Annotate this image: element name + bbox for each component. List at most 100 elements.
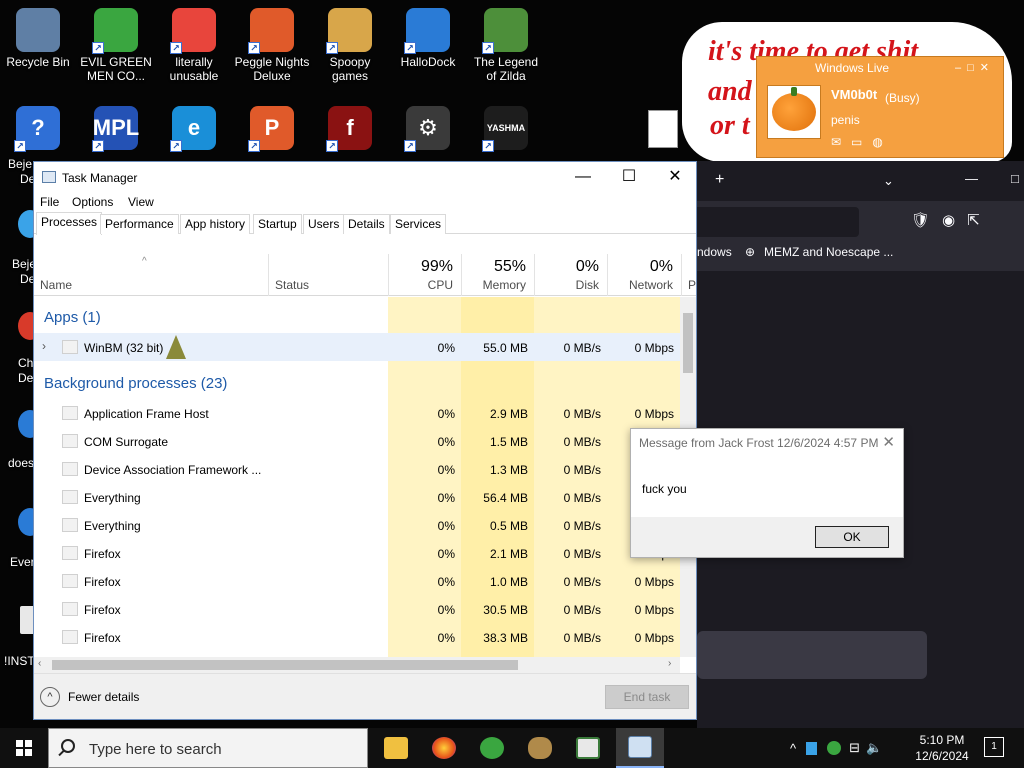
memory-total: 55% [493, 258, 526, 275]
document-icon[interactable] [648, 110, 678, 148]
clock[interactable]: 5:10 PM 12/6/2024 [906, 732, 978, 764]
app-icon-glyph: P [264, 115, 280, 140]
desktop-icon[interactable]: e ↗ [156, 100, 232, 153]
column-name[interactable]: Name [40, 278, 72, 292]
tab-services[interactable]: Services [390, 214, 447, 234]
messenger-toolbar-icons[interactable]: ✉▭◍ [831, 135, 893, 149]
maximize-button[interactable]: ☐ [606, 162, 652, 192]
column-status[interactable]: Status [268, 254, 388, 296]
contact-status[interactable]: (Busy) [885, 91, 920, 105]
disk-value: 0 MB/s [563, 463, 601, 477]
notification-center-button[interactable]: 1 [984, 737, 1004, 757]
desktop-icon[interactable]: ↗ Spoopy games [312, 2, 388, 83]
url-bar[interactable] [697, 207, 859, 237]
table-row[interactable]: Device Association Framework ... 0% 1.3 MB… [34, 455, 680, 483]
desktop-icon[interactable]: P ↗ [234, 100, 310, 153]
maximize-icon[interactable]: □ [1011, 171, 1019, 186]
desktop-icon[interactable]: ⚙ ↗ [390, 100, 466, 153]
bookmark-item[interactable]: MEMZ and Noescape ... [764, 245, 893, 259]
message-dialog[interactable]: Message from Jack Frost 12/6/2024 4:57 P… [630, 428, 904, 558]
minimize-icon[interactable]: — [965, 171, 978, 186]
sort-caret-icon[interactable]: ^ [142, 256, 147, 267]
messenger-tray-icon[interactable] [827, 741, 842, 755]
volume-icon[interactable]: 🔈 [866, 740, 882, 756]
chevron-right-icon[interactable]: › [42, 339, 46, 353]
messenger-window-controls[interactable]: –□✕ [955, 61, 995, 74]
search-box[interactable]: Type here to search [48, 728, 368, 768]
desktop-icon-label: HalloDock [400, 55, 456, 69]
chevron-up-icon: ^ [40, 687, 60, 707]
minimize-button[interactable]: — [560, 162, 606, 192]
messenger-titlebar[interactable]: Windows Live –□✕ [757, 57, 1003, 79]
desktop-icon[interactable]: ? ↗ [0, 100, 76, 153]
table-row[interactable]: Everything0%0.5 MB0 MB/s0 Mbps [34, 511, 680, 539]
taskbar-messenger[interactable] [468, 728, 516, 768]
close-button[interactable]: ✕ [652, 162, 698, 192]
fewer-details-button[interactable]: ^ Fewer details [40, 687, 139, 707]
desktop-icon[interactable]: ↗ The Legend of Zilda [468, 2, 544, 83]
messenger-notification[interactable]: Windows Live –□✕ VM0b0t (Busy) penis ✉▭◍ [756, 56, 1004, 158]
close-icon[interactable]: ✕ [882, 433, 895, 451]
network-icon[interactable]: ⊟ [849, 740, 860, 756]
process-list[interactable]: Apps (1) › WinBM (32 bit) 0% 55.0 MB 0 M… [34, 297, 680, 657]
tab-list-icon[interactable]: ⌄ [883, 173, 894, 189]
tab-processes[interactable]: Processes [36, 212, 103, 235]
table-row[interactable]: Firefox0%2.1 MB0 MB/s0 Mbps [34, 539, 680, 567]
tab-users[interactable]: Users [303, 214, 345, 234]
taskbar-file-explorer[interactable] [372, 728, 420, 768]
apps-group-header[interactable]: Apps (1) [44, 309, 101, 326]
table-row[interactable]: Firefox 0% 30.5 MB 0 MB/s 0 Mbps [34, 595, 680, 623]
column-memory[interactable]: 55% Memory [461, 254, 534, 296]
table-row[interactable]: Application Frame Host 0% 2.9 MB 0 MB/s 0 Mb… [34, 399, 680, 427]
process-icon [62, 340, 78, 354]
column-disk[interactable]: 0% Disk [534, 254, 607, 296]
desktop-icon[interactable]: ↗ Peggle Nights Deluxe [234, 2, 310, 83]
desktop-icon[interactable]: MPL ↗ [78, 100, 154, 153]
menu-options[interactable]: Options [72, 195, 113, 209]
table-row[interactable]: › WinBM (32 bit) 0% 55.0 MB 0 MB/s 0 Mbp… [34, 333, 680, 361]
desktop-icon[interactable]: ↗ EVIL GREEN MEN CO... [78, 2, 154, 83]
desktop-icon[interactable]: f ↗ [312, 100, 388, 153]
taskbar-firefox[interactable] [420, 728, 468, 768]
horizontal-scrollbar[interactable]: ‹ › [34, 657, 680, 673]
column-cpu[interactable]: 99% CPU [388, 254, 461, 296]
bookmark-item[interactable]: ndows [697, 245, 732, 259]
table-row[interactable]: Firefox 0% 1.0 MB 0 MB/s 0 Mbps [34, 567, 680, 595]
new-tab-icon[interactable]: + [715, 171, 724, 189]
tab-startup[interactable]: Startup [253, 214, 302, 234]
contact-name[interactable]: VM0b0t [831, 87, 877, 102]
table-row[interactable]: Firefox 0% 38.3 MB 0 MB/s 0 Mbps [34, 623, 680, 651]
desktop-icon[interactable]: Recycle Bin [0, 2, 76, 69]
end-task-button[interactable]: End task [605, 685, 689, 709]
column-power[interactable]: P [681, 254, 696, 296]
taskbar-app[interactable] [516, 728, 564, 768]
background-group-header[interactable]: Background processes (23) [44, 375, 227, 392]
titlebar[interactable]: Task Manager — ☐ ✕ [34, 162, 696, 192]
personal-message[interactable]: penis [831, 113, 860, 127]
start-button[interactable] [0, 728, 48, 768]
task-manager-window[interactable]: Task Manager — ☐ ✕ File Options View Pro… [33, 161, 697, 720]
toolbar-icons[interactable]: 🛡◉⇱ [911, 211, 992, 229]
memory-value: 38.3 MB [483, 631, 528, 645]
taskbar-app[interactable] [564, 728, 612, 768]
tab-app-history[interactable]: App history [180, 214, 251, 234]
menu-view[interactable]: View [128, 195, 154, 209]
disk-value: 0 MB/s [563, 631, 601, 645]
chevron-up-icon[interactable]: ^ [790, 741, 796, 756]
desktop-icon[interactable]: ↗ literally unusable [156, 2, 232, 83]
tab-performance[interactable]: Performance [100, 214, 179, 234]
desktop-icon[interactable]: ↗ HalloDock [390, 2, 466, 69]
ok-button[interactable]: OK [815, 526, 889, 548]
menu-file[interactable]: File [40, 195, 59, 209]
desktop-icon[interactable]: YASHMA ↗ [468, 100, 544, 153]
table-row[interactable]: Everything0%56.4 MB0 MB/s0 Mbps [34, 483, 680, 511]
taskbar-task-manager[interactable] [616, 728, 664, 768]
table-row[interactable]: COM Surrogate0%1.5 MB0 MB/s0 Mbps [34, 427, 680, 455]
scroll-right-icon[interactable]: › [668, 658, 671, 669]
app-tray-icon[interactable] [806, 741, 818, 755]
column-network[interactable]: 0% Network [607, 254, 681, 296]
scroll-left-icon[interactable]: ‹ [38, 658, 41, 669]
scroll-thumb[interactable] [683, 313, 693, 373]
tab-details[interactable]: Details [343, 214, 390, 234]
scroll-thumb[interactable] [52, 660, 518, 670]
